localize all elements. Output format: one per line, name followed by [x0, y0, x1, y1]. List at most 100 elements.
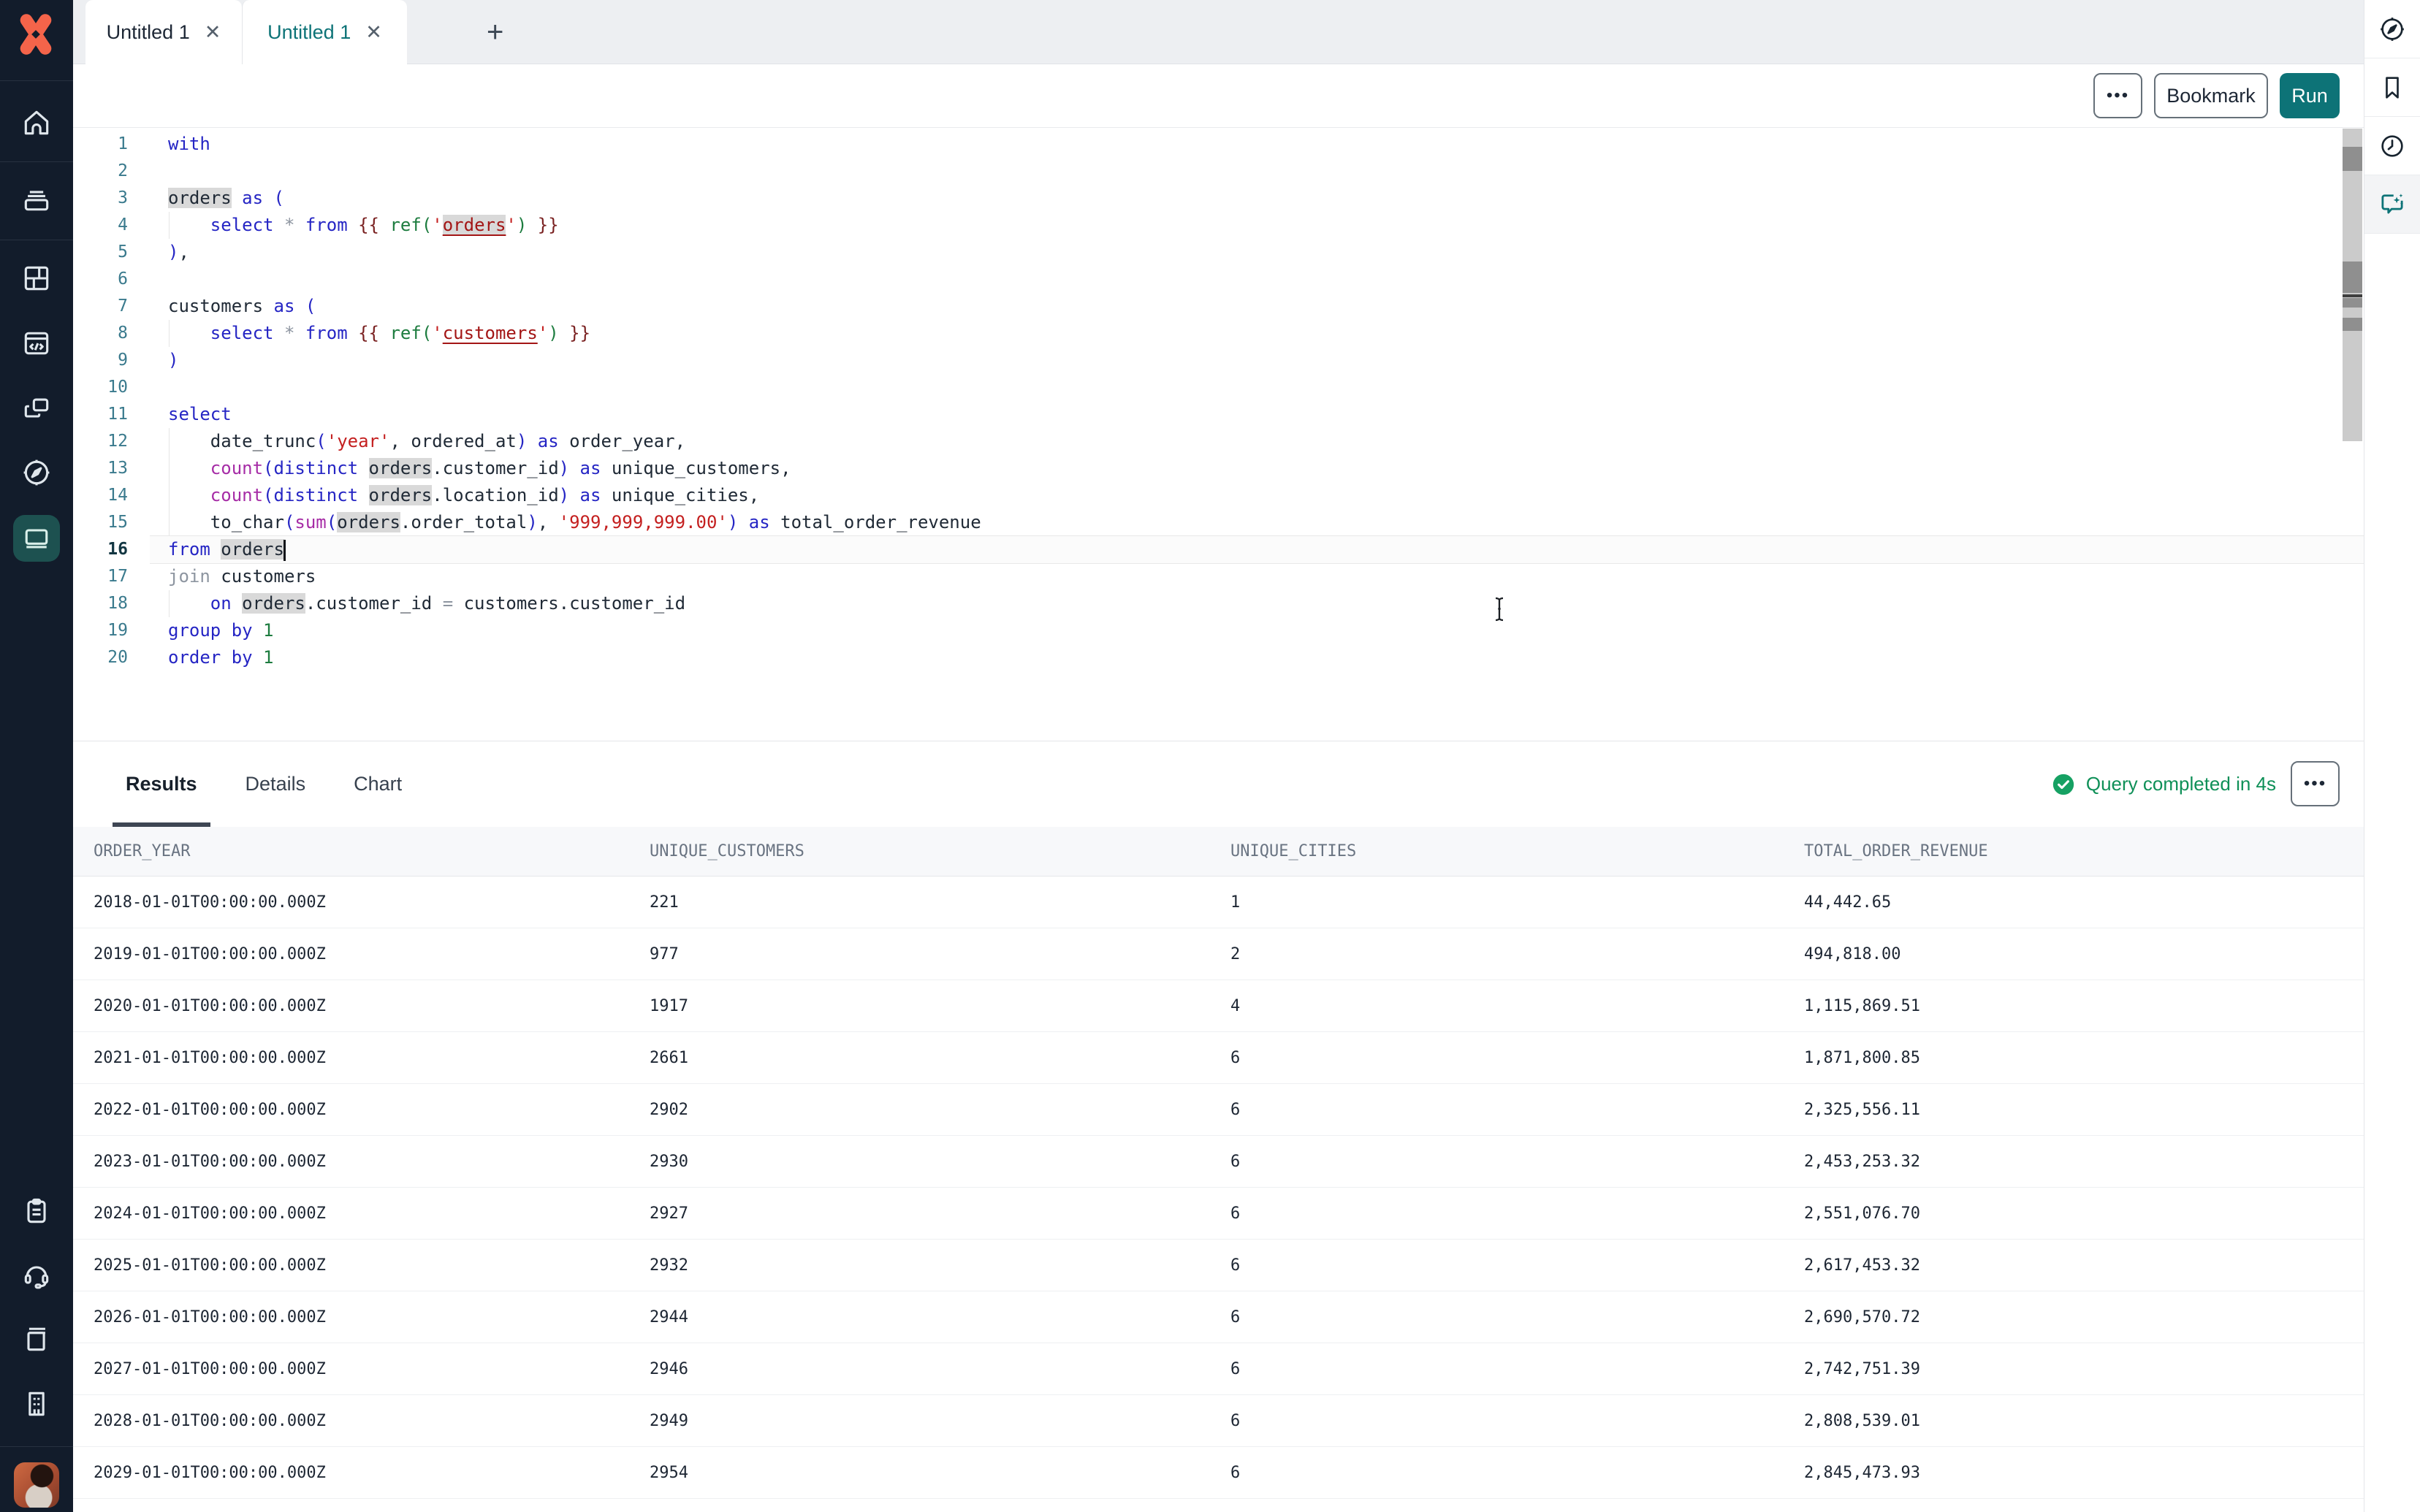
tab-untitled-1-inactive[interactable]: Untitled 1 ✕	[242, 0, 407, 64]
code-line[interactable]: 16from orders	[73, 536, 2364, 563]
table-cell: 2019-01-01T00:00:00.000Z	[73, 945, 650, 963]
code-line[interactable]: 2	[73, 158, 2364, 185]
tab-label: Untitled 1	[267, 21, 351, 44]
divider	[0, 161, 73, 162]
close-tab-icon[interactable]: ✕	[205, 21, 221, 44]
organization-building-icon[interactable]	[20, 1388, 53, 1420]
support-headset-icon[interactable]	[20, 1259, 53, 1291]
tab-details[interactable]: Details	[246, 741, 306, 827]
code-line[interactable]: 1with	[73, 131, 2364, 158]
table-row: 2018-01-01T00:00:00.000Z221144,442.65	[73, 877, 2364, 928]
mouse-cursor-ibeam	[1494, 597, 1505, 622]
table-row: 2028-01-01T00:00:00.000Z294962,808,539.0…	[73, 1395, 2364, 1447]
table-row: 2022-01-01T00:00:00.000Z290262,325,556.1…	[73, 1084, 2364, 1136]
code-line[interactable]: 10	[73, 374, 2364, 401]
code-line[interactable]: 11select	[73, 401, 2364, 428]
code-line[interactable]: 19group by 1	[73, 617, 2364, 644]
close-tab-icon[interactable]: ✕	[365, 21, 382, 44]
apps-grid-icon[interactable]	[20, 262, 53, 294]
multi-window-icon[interactable]	[20, 392, 53, 424]
code-line[interactable]: 5),	[73, 239, 2364, 266]
table-cell: 2,325,556.11	[1804, 1101, 2364, 1119]
editor-scrollbar[interactable]	[2343, 129, 2362, 441]
line-number: 4	[73, 212, 128, 239]
code-line[interactable]: 17join customers	[73, 563, 2364, 590]
tab-results[interactable]: Results	[126, 741, 197, 827]
bookmark-button[interactable]: Bookmark	[2154, 73, 2268, 118]
clipboard-icon[interactable]	[20, 1195, 53, 1227]
code-line[interactable]: 9)	[73, 347, 2364, 374]
docs-book-icon[interactable]	[20, 1323, 53, 1355]
code-line[interactable]: 18 on orders.customer_id = customers.cus…	[73, 590, 2364, 617]
indent-guide	[169, 509, 170, 536]
compass-icon[interactable]	[20, 457, 53, 489]
main-area: Untitled 1 ✕ Untitled 1 ✕ + ••• Bookmark…	[73, 0, 2364, 1512]
code-line[interactable]: 14 count(distinct orders.location_id) as…	[73, 482, 2364, 509]
code-line[interactable]: 13 count(distinct orders.customer_id) as…	[73, 455, 2364, 482]
indent-guide	[169, 212, 170, 239]
table-cell: 2027-01-01T00:00:00.000Z	[73, 1360, 650, 1378]
table-cell: 2,617,453.32	[1804, 1256, 2364, 1275]
cursor-marker	[2343, 294, 2362, 297]
table-cell: 2,690,570.72	[1804, 1308, 2364, 1326]
table-cell: 2930	[650, 1153, 1230, 1171]
table-cell: 1	[1230, 893, 1804, 912]
divider	[0, 1446, 73, 1447]
table-cell: 2022-01-01T00:00:00.000Z	[73, 1101, 650, 1119]
table-row: 2020-01-01T00:00:00.000Z191741,115,869.5…	[73, 980, 2364, 1032]
code-line[interactable]: 7customers as (	[73, 293, 2364, 320]
ai-chat-cell-active[interactable]	[2364, 175, 2420, 234]
table-cell: 6	[1230, 1308, 1804, 1326]
code-line[interactable]: 6	[73, 266, 2364, 293]
indent-guide	[169, 320, 170, 347]
indent-guide	[169, 455, 170, 482]
table-cell: 2927	[650, 1204, 1230, 1223]
indent-guide	[169, 482, 170, 509]
table-cell: 1,871,800.85	[1804, 1049, 2364, 1067]
line-number: 11	[73, 401, 128, 428]
table-cell: 6	[1230, 1412, 1804, 1430]
line-number: 8	[73, 320, 128, 347]
tab-chart[interactable]: Chart	[354, 741, 402, 827]
new-tab-button[interactable]: +	[487, 0, 503, 64]
table-cell: 2954	[650, 1464, 1230, 1482]
run-button[interactable]: Run	[2280, 73, 2340, 118]
tab-untitled-1-active[interactable]: Untitled 1 ✕	[85, 0, 242, 64]
more-options-button[interactable]: •••	[2093, 73, 2142, 118]
table-cell: 2018-01-01T00:00:00.000Z	[73, 893, 650, 912]
code-line[interactable]: 4 select * from {{ ref('orders') }}	[73, 212, 2364, 239]
hex-logo[interactable]	[13, 12, 58, 57]
compass-icon	[2378, 15, 2407, 44]
table-row: 2021-01-01T00:00:00.000Z266161,871,800.8…	[73, 1032, 2364, 1084]
line-number: 15	[73, 509, 128, 536]
table-header-row: ORDER_YEARUNIQUE_CUSTOMERSUNIQUE_CITIEST…	[73, 827, 2364, 877]
table-cell: 6	[1230, 1360, 1804, 1378]
results-tab-bar: Results Details Chart Query completed in…	[73, 741, 2364, 827]
code-line[interactable]: 3orders as (	[73, 185, 2364, 212]
table-row: 2024-01-01T00:00:00.000Z292762,551,076.7…	[73, 1188, 2364, 1240]
projects-drawer-icon[interactable]	[20, 183, 53, 215]
user-avatar[interactable]	[14, 1462, 59, 1508]
code-line[interactable]: 20order by 1	[73, 644, 2364, 671]
table-cell: 2024-01-01T00:00:00.000Z	[73, 1204, 650, 1223]
bookmarks-cell[interactable]	[2364, 58, 2420, 117]
results-more-button[interactable]: •••	[2291, 761, 2340, 806]
table-cell: 2946	[650, 1360, 1230, 1378]
table-cell: 2029-01-01T00:00:00.000Z	[73, 1464, 650, 1482]
column-header: UNIQUE_CITIES	[1230, 842, 1804, 860]
notebook-terminal-item-active[interactable]	[13, 515, 60, 562]
code-cell-icon[interactable]	[20, 327, 53, 359]
explore-cell[interactable]	[2364, 0, 2420, 58]
line-number: 16	[73, 536, 128, 563]
code-line[interactable]: 12 date_trunc('year', ordered_at) as ord…	[73, 428, 2364, 455]
history-cell[interactable]	[2364, 117, 2420, 175]
tab-label: Untitled 1	[107, 21, 190, 44]
line-number: 9	[73, 347, 128, 374]
table-cell: 2023-01-01T00:00:00.000Z	[73, 1153, 650, 1171]
code-line[interactable]: 15 to_char(sum(orders.order_total), '999…	[73, 509, 2364, 536]
code-line[interactable]: 8 select * from {{ ref('customers') }}	[73, 320, 2364, 347]
home-icon[interactable]	[20, 107, 53, 139]
sql-editor[interactable]: 1with23orders as (4 select * from {{ ref…	[73, 129, 2364, 741]
indent-guide	[169, 428, 170, 455]
ai-chat-sparkles-icon	[2377, 189, 2408, 220]
